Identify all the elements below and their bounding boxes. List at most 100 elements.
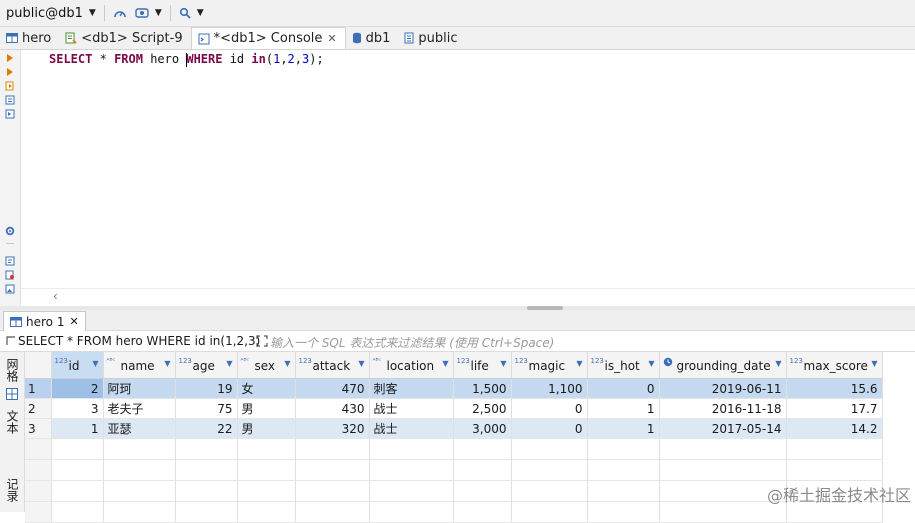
commit-dropdown-icon[interactable]: ▼: [155, 8, 162, 18]
chevron-left-icon[interactable]: ‹: [53, 289, 58, 303]
column-header-magic[interactable]: 123 magic ▼: [511, 352, 588, 379]
sql-editor[interactable]: SELECT * FROM hero WHERE id in(1,2,3);: [21, 50, 915, 306]
table-row[interactable]: 3 1 亚瑟 22 男 320 战士 3,000 0 1 2017-05-14 14.2: [25, 418, 883, 439]
tab-script-9[interactable]: <db1> Script-9: [59, 27, 190, 49]
column-filter-icon[interactable]: ▼: [576, 359, 582, 368]
column-filter-icon[interactable]: ▼: [871, 359, 877, 368]
column-header-sex[interactable]: ᴬᴮᶜ sex ▼: [237, 352, 296, 379]
row-number[interactable]: 2: [25, 398, 52, 419]
cell-magic[interactable]: 0: [511, 398, 588, 419]
tab-db1[interactable]: db1: [346, 27, 399, 49]
tab-result-hero[interactable]: hero 1 ✕: [3, 311, 86, 331]
export-icon[interactable]: [5, 270, 15, 280]
gear-icon[interactable]: [5, 226, 15, 236]
column-header-max-score[interactable]: 123 max_score ▼: [786, 352, 883, 379]
connection-dropdown-icon[interactable]: ▼: [89, 8, 96, 18]
grid-icon[interactable]: [6, 388, 18, 400]
execute-script-icon[interactable]: [5, 67, 15, 77]
format-sql-icon[interactable]: [5, 256, 15, 266]
tab-console[interactable]: *<db1> Console ✕: [190, 27, 346, 49]
cell-attack[interactable]: 430: [295, 398, 370, 419]
result-table[interactable]: 123 id ▼ ᴬᴮᶜ name ▼ 123 age ▼ ᴬᴮᶜ sex ▼ 123 attack ▼ ᴬᴮ…: [25, 352, 883, 523]
column-filter-icon[interactable]: ▼: [284, 359, 290, 368]
column-header-is-hot[interactable]: 123 is_hot ▼: [587, 352, 660, 379]
cell-attack[interactable]: 470: [295, 378, 370, 399]
cell-is-hot[interactable]: 0: [587, 378, 660, 399]
cell-name[interactable]: 亚瑟: [103, 418, 176, 439]
row-number[interactable]: 3: [25, 418, 52, 439]
sql-code-line[interactable]: SELECT * FROM hero WHERE id in(1,2,3);: [49, 51, 324, 67]
close-icon[interactable]: ✕: [327, 32, 336, 45]
cell-life[interactable]: 3,000: [453, 418, 512, 439]
column-header-attack[interactable]: 123 attack ▼: [295, 352, 370, 379]
cell-sex[interactable]: 女: [237, 378, 296, 399]
numeric-type-icon: 123: [54, 357, 68, 365]
image-icon[interactable]: [5, 284, 15, 294]
cell-life[interactable]: 2,500: [453, 398, 512, 419]
cell-id[interactable]: 2: [51, 378, 104, 399]
cell-sex[interactable]: 男: [237, 398, 296, 419]
cell-is-hot[interactable]: 1: [587, 398, 660, 419]
row-number[interactable]: 1: [25, 378, 52, 399]
cell-magic[interactable]: 0: [511, 418, 588, 439]
cell-id[interactable]: 3: [51, 398, 104, 419]
filter-expand-icon[interactable]: [256, 335, 268, 347]
cell-age[interactable]: 22: [175, 418, 238, 439]
execute-statement-icon[interactable]: [5, 53, 15, 63]
column-filter-icon[interactable]: ▼: [442, 359, 448, 368]
column-filter-icon[interactable]: ▼: [92, 359, 98, 368]
column-filter-icon[interactable]: ▼: [775, 359, 781, 368]
cell-location[interactable]: 战士: [369, 418, 454, 439]
column-filter-icon[interactable]: ▼: [648, 359, 654, 368]
column-filter-icon[interactable]: ▼: [226, 359, 232, 368]
column-filter-icon[interactable]: ▼: [500, 359, 506, 368]
text-view-tab[interactable]: 文本: [3, 410, 21, 434]
column-filter-icon[interactable]: ▼: [358, 359, 364, 368]
cell-max-score[interactable]: 17.7: [786, 398, 883, 419]
column-header-grounding-date[interactable]: grounding_date ▼: [659, 352, 787, 379]
cell-max-score[interactable]: 14.2: [786, 418, 883, 439]
explain-plan-icon[interactable]: [5, 95, 15, 105]
column-header-location[interactable]: ᴬᴮᶜ location ▼: [369, 352, 454, 379]
cell-attack[interactable]: 320: [295, 418, 370, 439]
cell-location[interactable]: 战士: [369, 398, 454, 419]
result-tab-label: hero 1: [26, 314, 65, 329]
cell-magic[interactable]: 1,100: [511, 378, 588, 399]
cell-age[interactable]: 75: [175, 398, 238, 419]
cell-grounding-date[interactable]: 2019-06-11: [659, 378, 787, 399]
tab-public[interactable]: public: [398, 27, 465, 49]
row-number-header[interactable]: [25, 352, 52, 379]
column-header-id[interactable]: 123 id ▼: [51, 352, 104, 379]
grid-view-tab[interactable]: 网格: [3, 358, 21, 382]
cell-life[interactable]: 1,500: [453, 378, 512, 399]
cell-grounding-date[interactable]: 2016-11-18: [659, 398, 787, 419]
editor-horizontal-scrollbar[interactable]: ‹: [21, 288, 915, 305]
filter-input[interactable]: 输入一个 SQL 表达式来过滤结果 (使用 Ctrl+Space): [270, 334, 554, 351]
cell-name[interactable]: 老夫子: [103, 398, 176, 419]
transaction-mode-button[interactable]: [113, 7, 127, 19]
database-icon: [352, 32, 361, 44]
cell-is-hot[interactable]: 1: [587, 418, 660, 439]
commit-mode-button[interactable]: [135, 7, 149, 19]
cell-max-score[interactable]: 15.6: [786, 378, 883, 399]
table-row[interactable]: 2 3 老夫子 75 男 430 战士 2,500 0 1 2016-11-18 17.7: [25, 398, 883, 419]
cell-name[interactable]: 阿珂: [103, 378, 176, 399]
cell-id[interactable]: 1: [51, 418, 104, 439]
execute-new-tab-icon[interactable]: [5, 81, 15, 91]
cell-grounding-date[interactable]: 2017-05-14: [659, 418, 787, 439]
connection-selector[interactable]: public@db1: [6, 6, 83, 21]
record-view-tab[interactable]: 记录: [3, 478, 21, 502]
close-icon[interactable]: ✕: [69, 315, 78, 328]
cell-sex[interactable]: 男: [237, 418, 296, 439]
cell-age[interactable]: 19: [175, 378, 238, 399]
column-header-life[interactable]: 123 life ▼: [453, 352, 512, 379]
column-header-name[interactable]: ᴬᴮᶜ name ▼: [103, 352, 176, 379]
table-row[interactable]: 1 2 阿珂 19 女 470 刺客 1,500 1,100 0 2019-06-11 15.6: [25, 378, 883, 399]
column-filter-icon[interactable]: ▼: [164, 359, 170, 368]
tab-hero[interactable]: hero: [0, 27, 59, 49]
column-header-age[interactable]: 123 age ▼: [175, 352, 238, 379]
search-dropdown-icon[interactable]: ▼: [197, 8, 204, 18]
search-button[interactable]: [179, 7, 191, 19]
load-plan-icon[interactable]: [5, 109, 15, 119]
cell-location[interactable]: 刺客: [369, 378, 454, 399]
